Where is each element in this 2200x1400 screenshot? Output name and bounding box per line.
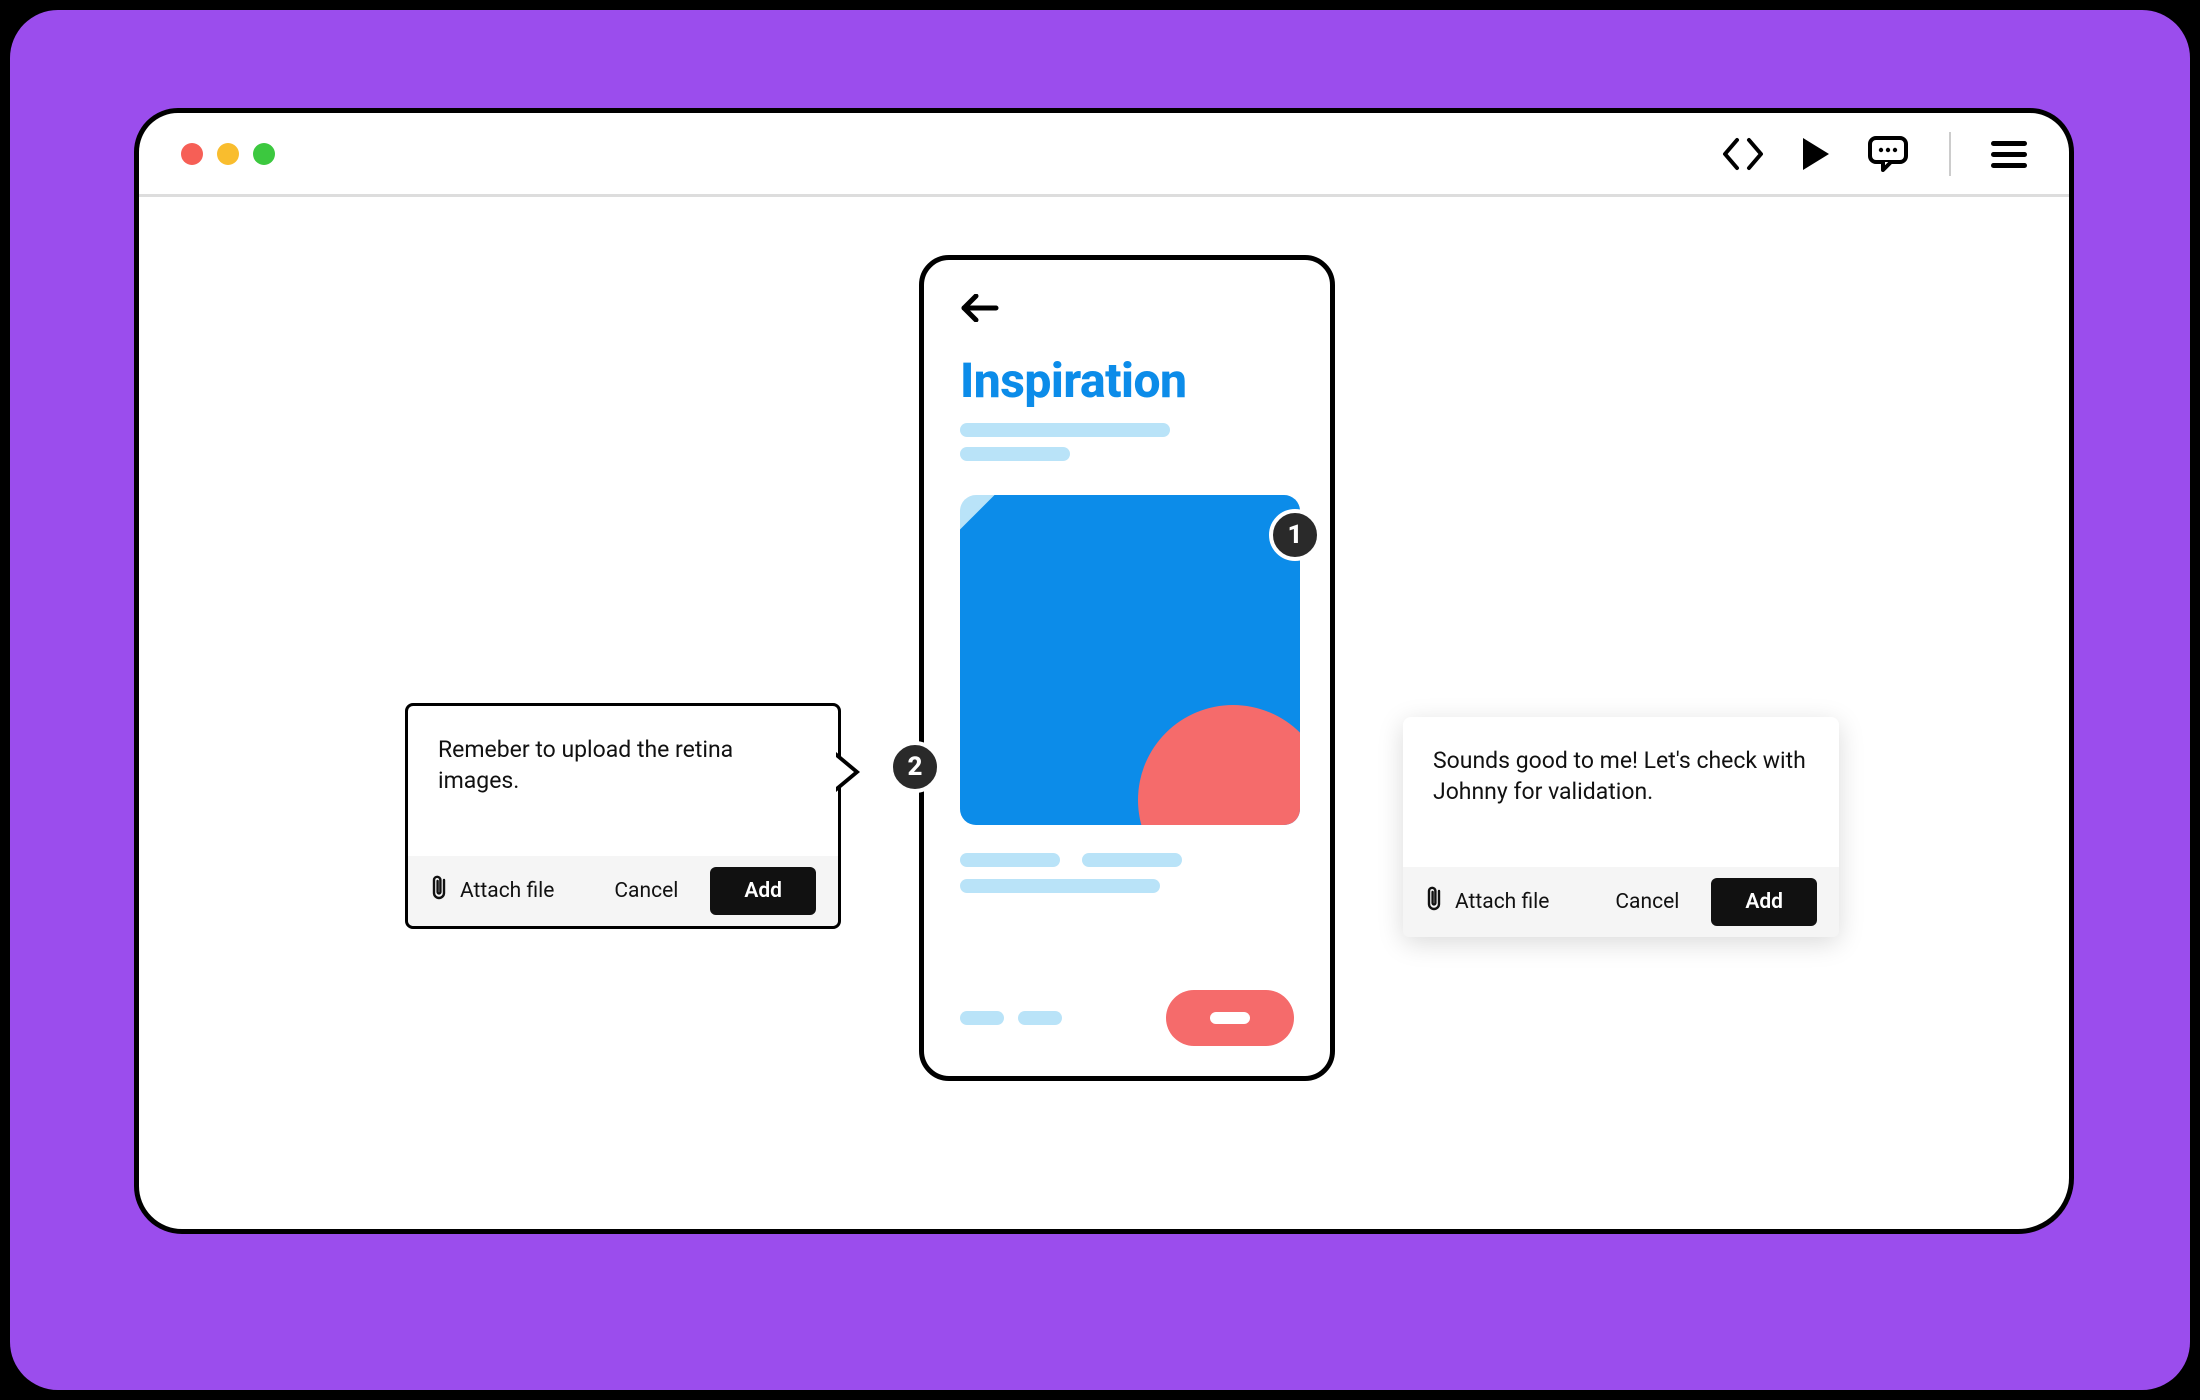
menu-icon[interactable] [1991, 139, 2027, 169]
placeholder-line [960, 447, 1070, 461]
comment-text[interactable]: Sounds good to me! Let's check with John… [1403, 717, 1839, 867]
window-close-dot[interactable] [181, 143, 203, 165]
placeholder-line [1082, 853, 1182, 867]
design-canvas[interactable]: Inspiration [139, 197, 2069, 1229]
artwork-placeholder [960, 495, 1300, 825]
attach-file-button[interactable]: Attach file [1425, 885, 1549, 919]
paperclip-icon [1425, 885, 1445, 919]
speech-pointer-icon [836, 752, 860, 792]
annotation-badge-1[interactable]: 1 [1269, 509, 1321, 561]
cancel-button[interactable]: Cancel [1601, 882, 1693, 922]
titlebar [139, 113, 2069, 197]
window-minimize-dot[interactable] [217, 143, 239, 165]
cancel-button[interactable]: Cancel [600, 871, 692, 911]
window-zoom-dot[interactable] [253, 143, 275, 165]
attach-file-button[interactable]: Attach file [430, 874, 554, 908]
phone-title: Inspiration [960, 352, 1294, 409]
placeholder-dash [960, 1011, 1004, 1025]
phone-cta-button[interactable] [1166, 990, 1294, 1046]
play-icon[interactable] [1799, 136, 1833, 172]
titlebar-actions [1721, 132, 2027, 176]
traffic-lights [181, 143, 275, 165]
comment-text[interactable]: Remeber to upload the retina images. [408, 706, 838, 856]
annotation-badge-2[interactable]: 2 [889, 741, 941, 793]
placeholder-dash [1018, 1011, 1062, 1025]
comment-footer: Attach file Cancel Add [1403, 867, 1839, 937]
paperclip-icon [430, 874, 450, 908]
titlebar-divider [1949, 132, 1951, 176]
phone-mockup: Inspiration [919, 255, 1335, 1081]
add-button[interactable]: Add [710, 867, 816, 915]
chat-icon[interactable] [1867, 135, 1909, 173]
stage-background: Inspiration [10, 10, 2190, 1390]
back-arrow-icon[interactable] [960, 294, 1294, 326]
browser-window: Inspiration [134, 108, 2074, 1234]
placeholder-line [960, 423, 1170, 437]
placeholder-line [960, 853, 1060, 867]
placeholder-line [960, 879, 1160, 893]
comment-card-left: Remeber to upload the retina images. Att… [405, 703, 841, 929]
code-icon[interactable] [1721, 136, 1765, 172]
attach-file-label: Attach file [460, 879, 554, 903]
comment-card-right: Sounds good to me! Let's check with John… [1403, 717, 1839, 937]
add-button[interactable]: Add [1711, 878, 1817, 926]
comment-footer: Attach file Cancel Add [408, 856, 838, 926]
attach-file-label: Attach file [1455, 890, 1549, 914]
